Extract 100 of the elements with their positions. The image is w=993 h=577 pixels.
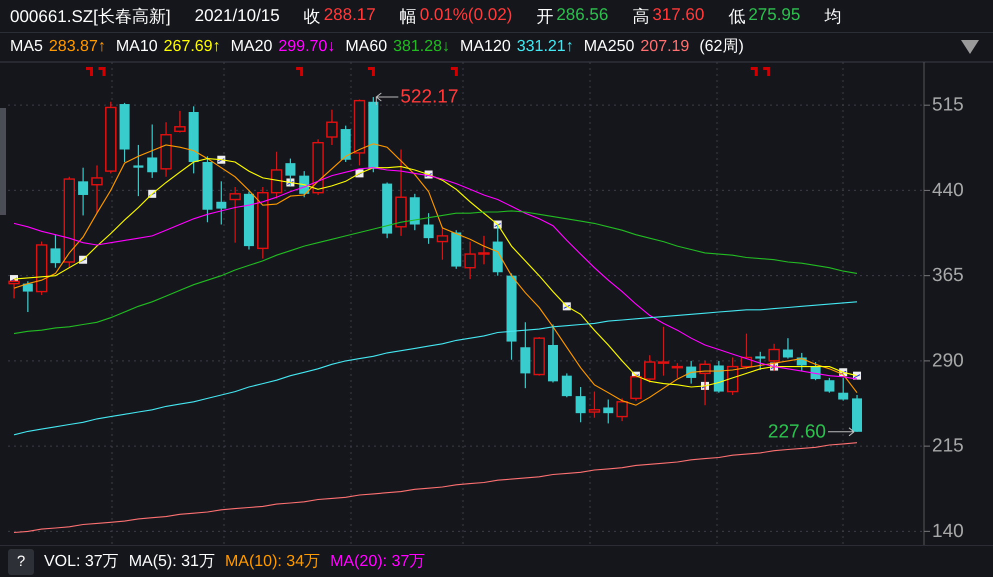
volume-stat: VOL: 37万	[44, 552, 119, 572]
candlestick	[326, 110, 338, 145]
candlestick	[244, 192, 254, 250]
stock-title: 000661.SZ[长春高新]	[10, 6, 171, 28]
candlestick	[714, 360, 724, 393]
quote-value: 317.60	[652, 4, 704, 26]
candlestick	[726, 357, 738, 395]
quote-value: 288.17	[324, 4, 376, 26]
candlestick	[548, 324, 558, 382]
axis-tick-label: 290	[932, 350, 964, 372]
candlestick	[768, 344, 780, 372]
candlestick	[852, 394, 862, 432]
candlestick	[216, 181, 226, 225]
candlestick	[257, 187, 268, 259]
volume-stat: MA(10): 34万	[224, 552, 320, 572]
candlestick	[603, 400, 614, 424]
ma-label: MA10	[116, 38, 158, 56]
candlestick	[229, 187, 241, 243]
help-button[interactable]: ?	[8, 548, 34, 574]
candlestick	[796, 352, 807, 372]
quote-label: 高	[632, 6, 650, 28]
leader-line	[376, 92, 399, 106]
candlestick	[520, 322, 530, 388]
quote-value: 275.95	[748, 4, 800, 26]
candlestick	[810, 362, 821, 380]
quote-label: 均	[824, 6, 842, 28]
candlestick	[22, 281, 33, 312]
candlestick	[740, 334, 752, 369]
candlestick	[478, 236, 490, 264]
candlestick	[133, 144, 144, 196]
candlestick	[576, 387, 586, 422]
ma-label: MA20	[230, 38, 272, 56]
candlestick	[285, 158, 296, 186]
ma-value: 267.69↑	[164, 38, 221, 56]
ma-value: 381.28↓	[393, 38, 450, 56]
axis-tick-label: 365	[932, 265, 964, 286]
candlestick	[533, 337, 545, 376]
quote-value: 286.56	[556, 4, 608, 26]
axis-tick-label: 440	[932, 180, 964, 201]
flag-icon	[450, 67, 458, 76]
candlestick	[464, 242, 476, 280]
candlestick	[105, 102, 116, 174]
ma-value: 299.70↓	[278, 38, 336, 56]
candlestick	[824, 378, 834, 393]
candlestick	[838, 378, 848, 401]
candlestick	[174, 110, 186, 132]
candlestick	[147, 124, 158, 178]
candlestick	[562, 373, 572, 398]
flag-icon	[368, 67, 375, 76]
ma-label: MA250	[584, 38, 634, 56]
axis-tick-label: 215	[932, 436, 964, 457]
ma-value: 283.87↑	[48, 38, 106, 56]
candlestick	[755, 352, 766, 370]
quote-label: 幅	[400, 6, 417, 28]
candlestick	[424, 213, 434, 244]
quote-value: 0.01%(0.02)	[420, 4, 512, 26]
candlestick	[630, 374, 642, 401]
candlestick	[120, 102, 130, 162]
volume-stat: MA(5): 31万	[128, 552, 215, 572]
candlestick	[588, 392, 600, 418]
candlestick	[8, 279, 20, 298]
candlestick	[312, 139, 324, 195]
candlestick	[686, 360, 696, 384]
date-label: 2021/10/15	[194, 6, 280, 26]
ma-label: MA5	[10, 38, 43, 56]
axis-tick-label: 515	[932, 94, 964, 116]
quote-label: 开	[536, 6, 554, 28]
candlestick	[270, 152, 282, 198]
candlestick	[340, 126, 351, 162]
ma-label: MA60	[345, 38, 388, 56]
candlestick	[699, 360, 711, 406]
candlestick	[202, 156, 212, 222]
candlestick	[616, 398, 628, 422]
candlestick	[188, 106, 199, 174]
quote-label: 收	[304, 6, 321, 28]
candlestick	[644, 355, 656, 382]
candlestick	[782, 338, 793, 359]
axis-tick-label: 140	[932, 520, 964, 542]
candlestick	[354, 100, 366, 166]
candlestick	[91, 165, 103, 214]
candlestick	[658, 326, 670, 376]
ma-label: MA120	[460, 38, 511, 56]
high-price-label: 522.17	[400, 86, 458, 108]
candlestick	[50, 234, 60, 268]
quote-label: 低	[728, 6, 746, 28]
candlestick	[410, 194, 420, 230]
dropdown-triangle-icon[interactable]	[961, 40, 979, 54]
leader-line	[828, 427, 855, 436]
candlestick	[299, 171, 310, 198]
candlestick	[36, 242, 48, 295]
ma-value: 331.21↑	[516, 38, 574, 56]
candlestick	[382, 182, 392, 238]
flag-icon	[296, 67, 304, 76]
period-label: (62周)	[699, 37, 744, 57]
scrollbar[interactable]	[0, 108, 6, 215]
candlestick	[160, 122, 172, 177]
candlestick	[492, 224, 503, 276]
candlestick	[672, 363, 684, 378]
candlestick	[436, 226, 448, 260]
low-price-label: 227.60	[768, 421, 826, 442]
